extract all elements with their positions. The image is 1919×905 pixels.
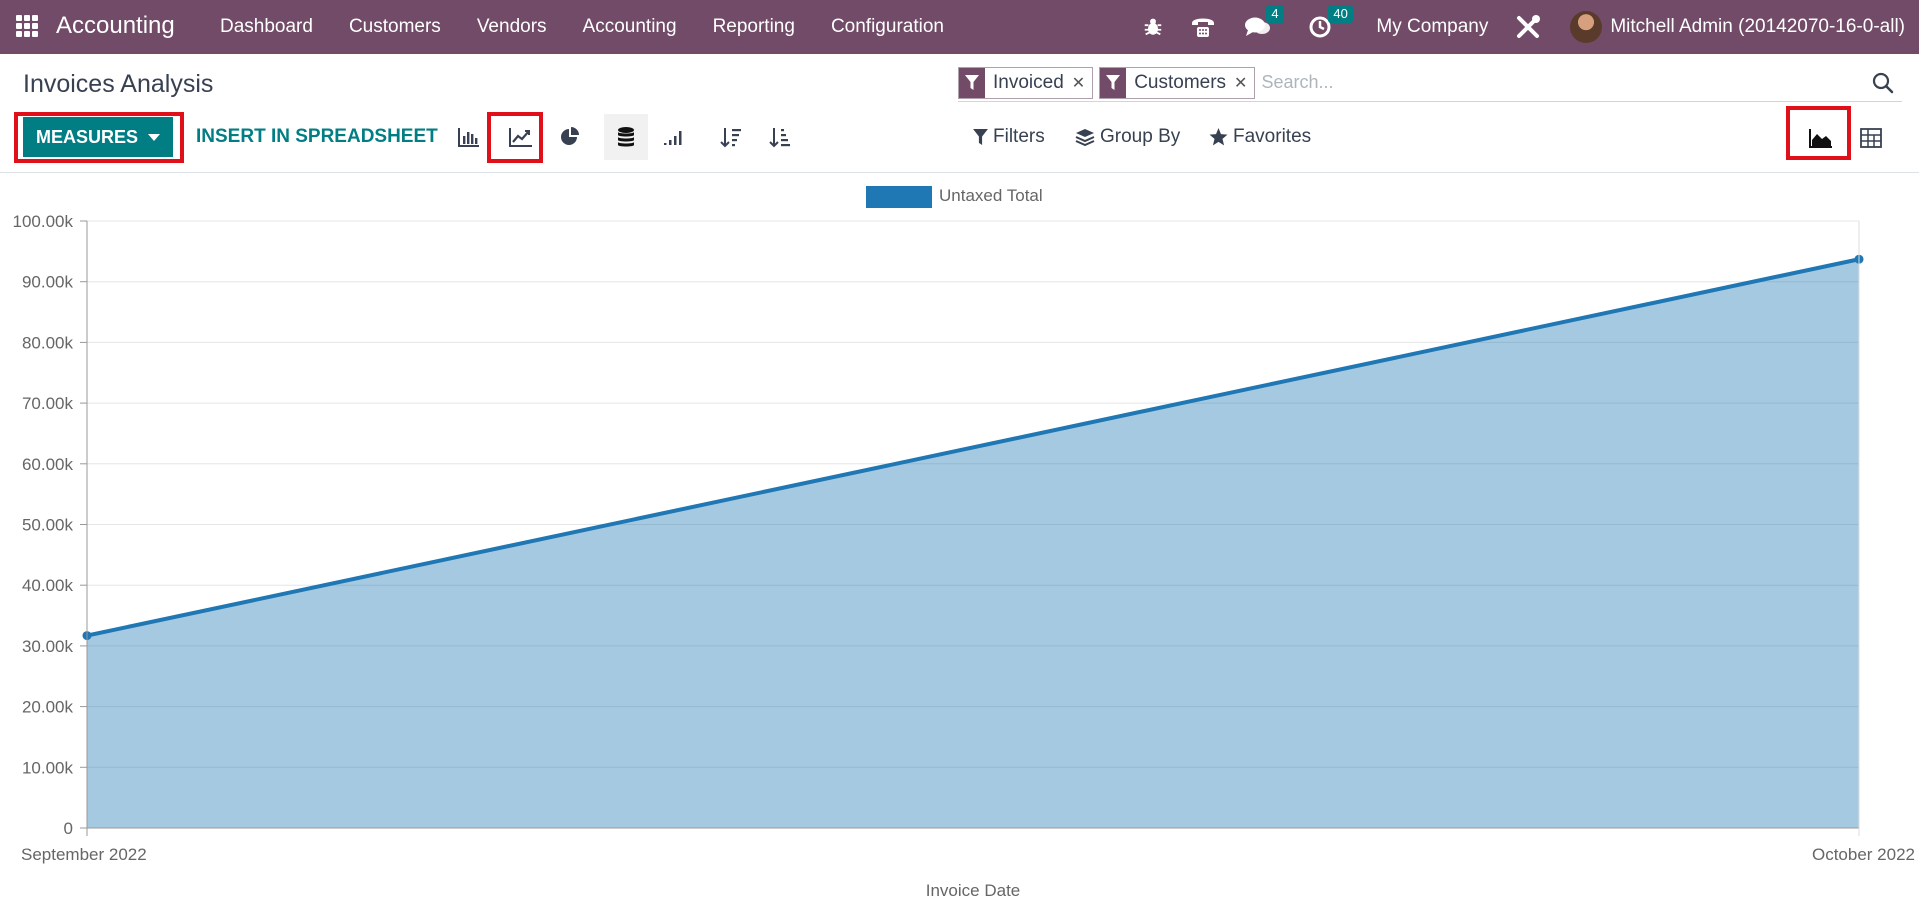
pie-chart-icon [561, 127, 579, 145]
table-icon [1860, 128, 1882, 148]
phone-icon[interactable] [1190, 15, 1216, 39]
facet-invoiced: Invoiced ✕ [958, 66, 1094, 99]
search-bar: Invoiced ✕ Customers ✕ [958, 64, 1902, 102]
search-icon[interactable] [1872, 72, 1894, 99]
groupby-dropdown[interactable]: Group By [1075, 126, 1180, 148]
filters-dropdown[interactable]: Filters [973, 126, 1045, 148]
facet-remove-icon[interactable]: ✕ [1072, 68, 1092, 98]
y-tick-label: 40.00k [22, 576, 74, 595]
star-icon [1209, 128, 1228, 146]
filters-label: Filters [993, 126, 1045, 147]
bug-icon[interactable] [1142, 16, 1164, 38]
measures-button[interactable]: MEASURES [23, 117, 173, 157]
user-name: Mitchell Admin (20142070-16-0-all) [1610, 16, 1905, 37]
facet-remove-icon[interactable]: ✕ [1234, 68, 1254, 98]
line-chart-highlight [487, 112, 543, 163]
x-axis-label: Invoice Date [926, 881, 1021, 900]
menu-item-vendors[interactable]: Vendors [459, 16, 565, 38]
activities-icon[interactable]: 40 [1308, 5, 1353, 39]
y-tick-label: 50.00k [22, 516, 74, 535]
menu-item-configuration[interactable]: Configuration [813, 16, 962, 38]
facet-customers: Customers ✕ [1099, 66, 1256, 99]
signal-bars-icon [664, 131, 682, 145]
apps-menu-icon[interactable] [16, 15, 38, 37]
company-switcher[interactable]: My Company [1376, 16, 1488, 38]
sort-descending-button[interactable] [709, 114, 753, 160]
database-icon [618, 127, 634, 147]
facet-label: Invoiced [993, 71, 1064, 93]
x-tick-label: October 2022 [1812, 845, 1915, 864]
measures-label: MEASURES [35, 126, 138, 147]
pivot-view-button[interactable] [1851, 118, 1891, 158]
menu-item-reporting[interactable]: Reporting [695, 16, 813, 38]
filter-icon [959, 67, 985, 98]
graph-view-highlight [1786, 106, 1851, 160]
groupby-label: Group By [1100, 126, 1181, 147]
y-tick-label: 20.00k [22, 698, 74, 717]
tools-icon[interactable] [1514, 13, 1542, 41]
y-tick-label: 90.00k [22, 273, 74, 292]
facet-label: Customers [1134, 71, 1227, 93]
y-tick-label: 100.00k [13, 212, 74, 231]
app-brand[interactable]: Accounting [56, 12, 175, 40]
y-tick-label: 80.00k [22, 333, 74, 352]
menu-item-accounting[interactable]: Accounting [565, 16, 695, 38]
y-tick-label: 0 [64, 819, 73, 838]
caret-down-icon [148, 133, 160, 141]
y-tick-label: 30.00k [22, 637, 74, 656]
user-menu[interactable]: Mitchell Admin (20142070-16-0-all) [1570, 11, 1905, 43]
stacked-button[interactable] [604, 114, 648, 160]
bar-chart-button[interactable] [447, 114, 491, 160]
favorites-dropdown[interactable]: Favorites [1209, 126, 1311, 148]
messages-badge: 4 [1266, 5, 1284, 23]
layers-icon [1075, 129, 1095, 146]
bar-chart-icon [458, 128, 479, 147]
cumulative-button[interactable] [652, 114, 696, 160]
top-navbar: Accounting Dashboard Customers Vendors A… [0, 0, 1919, 54]
activities-badge: 40 [1328, 5, 1353, 23]
y-tick-label: 60.00k [22, 455, 74, 474]
y-tick-label: 10.00k [22, 758, 74, 777]
avatar [1570, 11, 1603, 43]
insert-spreadsheet-button[interactable]: INSERT IN SPREADSHEET [196, 126, 438, 148]
area-fill [87, 259, 1859, 829]
menu-item-customers[interactable]: Customers [331, 16, 459, 38]
x-tick-label: September 2022 [21, 845, 147, 864]
sort-asc-icon [769, 128, 790, 148]
favorites-label: Favorites [1233, 126, 1312, 147]
messages-icon[interactable]: 4 [1244, 5, 1284, 39]
sort-ascending-button[interactable] [758, 114, 802, 160]
search-input[interactable] [1261, 72, 1902, 93]
main-menu: Dashboard Customers Vendors Accounting R… [202, 0, 962, 54]
filter-icon [1100, 67, 1127, 98]
systray: 4 40 My Company Mitchell Admin (20142070… [1142, 0, 1919, 54]
menu-item-dashboard[interactable]: Dashboard [202, 16, 331, 38]
y-tick-label: 70.00k [22, 394, 74, 413]
pie-chart-button[interactable] [548, 114, 592, 160]
area-chart: 0 10.00k 20.00k 30.00k 40.00k 50.00k 60.00k 70.… [13, 212, 1916, 900]
control-panel-divider [0, 172, 1919, 173]
filter-icon [973, 128, 988, 145]
sort-desc-icon [720, 128, 741, 148]
page-title: Invoices Analysis [23, 70, 214, 98]
